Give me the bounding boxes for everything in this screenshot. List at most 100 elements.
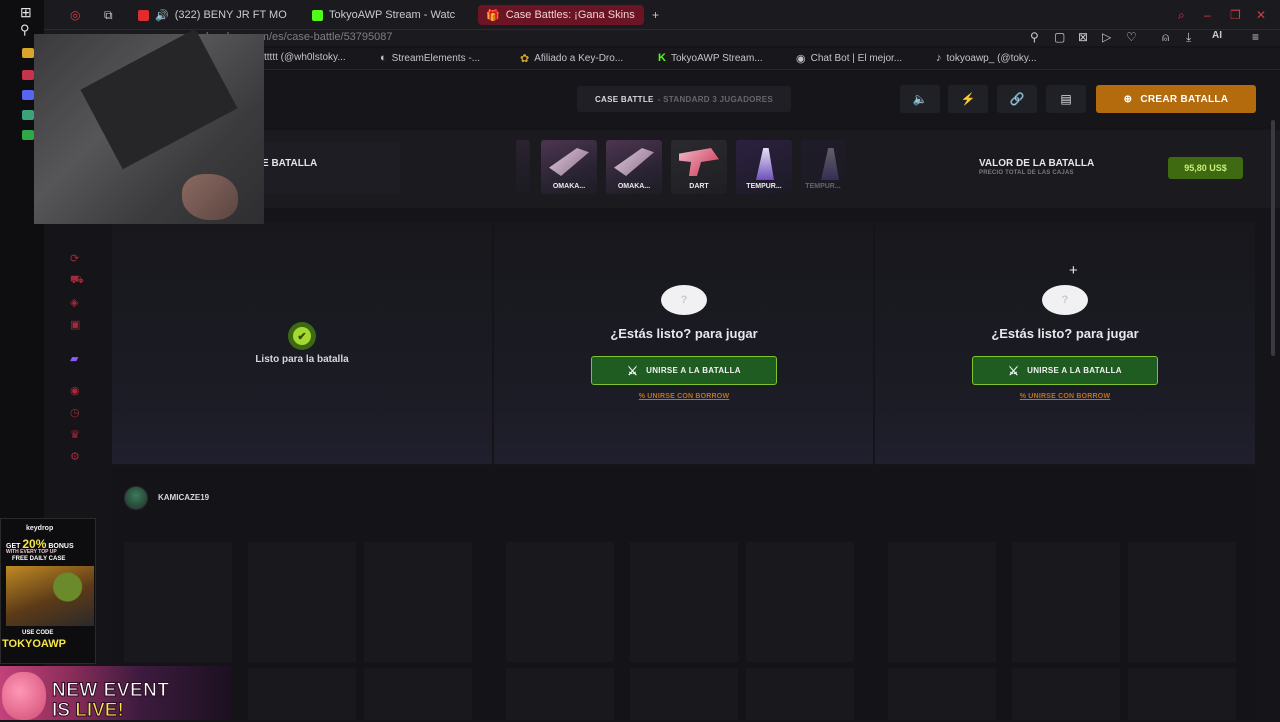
sound-button[interactable]: 🔈 <box>900 85 940 113</box>
app-icon[interactable] <box>22 130 34 140</box>
mouse-cursor-icon: + <box>1069 262 1078 279</box>
join-label: UNIRSE A LA BATALLA <box>646 366 741 375</box>
share-link-button[interactable]: 🔗 <box>997 85 1037 113</box>
case-label: TEMPUR... <box>805 183 841 190</box>
promo-use: USE CODE <box>22 630 54 636</box>
ai-button[interactable]: AI <box>1212 30 1222 41</box>
play-icon[interactable]: ◉ <box>70 384 80 397</box>
workspaces-icon[interactable]: ⧉ <box>104 8 113 23</box>
drop-slot <box>1128 542 1236 662</box>
tab-kick[interactable]: TokyoAWP Stream - Watc <box>304 5 474 25</box>
adblock-icon[interactable]: ⊠ <box>1078 30 1088 44</box>
promo-every: WITH EVERY TOP UP <box>6 549 57 555</box>
case-thumb[interactable]: DART <box>671 140 727 194</box>
join-battle-button[interactable]: ⚔ UNIRSE A LA BATALLA <box>972 356 1158 385</box>
minimize-button[interactable]: – <box>1204 8 1211 22</box>
bookmark-label: ttttt (@wh0lstoky... <box>264 52 346 63</box>
player-name[interactable]: KAMICAZE19 <box>158 493 209 502</box>
avatar[interactable] <box>124 486 148 510</box>
settings-icon[interactable]: ⚙ <box>70 450 80 463</box>
streamelements-icon: ◐ <box>380 52 387 64</box>
battle-icon[interactable]: ▣ <box>70 318 80 331</box>
case-thumb[interactable]: OMAKA... <box>606 140 662 194</box>
crossed-swords-icon: ⚔ <box>627 363 639 378</box>
ready-question: ¿Estás listo? para jugar <box>991 326 1139 341</box>
menu-icon[interactable]: ≡ <box>1252 30 1259 44</box>
event-live: LIVE! <box>75 700 125 722</box>
copy-button[interactable]: ▤ <box>1046 85 1086 113</box>
case-thumb[interactable]: TEMPUR... <box>736 140 792 194</box>
heart-icon[interactable]: ♡ <box>1126 30 1137 44</box>
mode-sub: - STANDARD 3 JUGADORES <box>657 94 774 104</box>
drop-slot <box>746 542 854 662</box>
bookmark-item[interactable]: K TokyoAWP Stream... <box>658 52 763 64</box>
tab-label: TokyoAWP Stream - Watc <box>329 9 456 21</box>
search-icon[interactable]: ⌕ <box>1178 8 1185 23</box>
question-avatar-icon: ? <box>1042 285 1088 315</box>
event-line2: IS LIVE! <box>52 700 125 722</box>
join-borrow-link[interactable]: % UNIRSE CON BORROW <box>972 393 1158 400</box>
promo-brand: keydrop <box>26 525 54 532</box>
cases-icon[interactable]: ◈ <box>70 296 78 309</box>
promo-code: TOKYOAWP <box>2 638 66 650</box>
case-thumb[interactable]: TEMPUR... <box>801 140 845 194</box>
folder-icon[interactable] <box>22 48 34 58</box>
opera-icon[interactable] <box>22 70 34 80</box>
pin-icon[interactable]: ⚲ <box>1030 30 1039 44</box>
case-thumb <box>516 140 530 194</box>
opera-menu-icon[interactable]: ◎ <box>70 8 80 22</box>
case-art <box>549 148 589 176</box>
snapshot-icon[interactable]: ▢ <box>1054 30 1065 44</box>
kick-icon: K <box>658 52 666 64</box>
lightning-icon: ⚡ <box>960 92 976 106</box>
bookmark-item[interactable]: ◐ StreamElements -... <box>380 52 480 64</box>
player-slot-2 <box>494 222 873 464</box>
tab-case-battles[interactable]: 🎁 Case Battles: ¡Gana Skins <box>478 5 644 25</box>
drop-slot <box>1012 668 1120 720</box>
tab-youtube[interactable]: 🔊 (322) BENY JR FT MO <box>130 5 298 25</box>
fast-mode-button[interactable]: ⚡ <box>948 85 988 113</box>
drop-slot <box>630 668 738 720</box>
player-icon[interactable]: ▷ <box>1102 30 1111 44</box>
cart-icon[interactable]: ⛟ <box>70 274 84 288</box>
copy-icon: ▤ <box>1060 92 1072 106</box>
download-icon[interactable]: ⤓ <box>1186 30 1191 45</box>
event-character-image <box>2 672 46 720</box>
create-battle-label: CREAR BATALLA <box>1140 93 1229 105</box>
case-art <box>756 148 774 180</box>
case-art <box>679 148 719 176</box>
join-battle-button[interactable]: ⚔ UNIRSE A LA BATALLA <box>591 356 777 385</box>
drop-slot <box>888 668 996 720</box>
new-tab-button[interactable]: + <box>652 8 659 22</box>
link-icon: 🔗 <box>1009 92 1025 106</box>
bookmark-item[interactable]: ttttt (@wh0lstoky... <box>264 52 346 63</box>
trophy-icon[interactable]: ♛ <box>70 428 80 441</box>
clock-icon[interactable]: ◷ <box>70 406 80 419</box>
case-thumb[interactable]: OMAKA... <box>541 140 597 194</box>
drop-slot <box>248 542 356 662</box>
scrollbar[interactable] <box>1271 120 1275 356</box>
app-icon[interactable] <box>22 110 34 120</box>
bookmark-label: Afiliado a Key-Dro... <box>534 53 624 64</box>
windows-start-icon[interactable]: ⊞ <box>20 4 32 21</box>
create-battle-button[interactable]: ⊕ CREAR BATALLA <box>1096 85 1256 113</box>
search-icon[interactable]: ⚲ <box>20 22 30 38</box>
drop-slot <box>888 542 996 662</box>
bookmark-item[interactable]: ✿ Afiliado a Key-Dro... <box>520 52 623 65</box>
refresh-icon[interactable]: ⟳ <box>70 252 79 265</box>
join-borrow-link[interactable]: % UNIRSE CON BORROW <box>591 393 777 400</box>
bookmark-item[interactable]: ◉ Chat Bot | El mejor... <box>796 52 902 65</box>
maximize-button[interactable]: ❐ <box>1230 8 1241 22</box>
discord-icon[interactable] <box>22 90 34 100</box>
drop-slot <box>364 542 472 662</box>
drop-slot <box>248 668 356 720</box>
keydrop-icon: ✿ <box>520 53 530 65</box>
battle-mode-pill: CASE BATTLE - STANDARD 3 JUGADORES <box>577 86 791 112</box>
case-label: TEMPUR... <box>746 183 782 190</box>
drop-slot <box>1012 542 1120 662</box>
twitch-icon[interactable]: ▰ <box>70 352 78 365</box>
bookmark-item[interactable]: ♪ tokyoawp_ (@toky... <box>936 52 1037 64</box>
account-icon[interactable]: ⍝ <box>1162 30 1169 45</box>
close-button[interactable]: ✕ <box>1256 8 1266 22</box>
case-label: OMAKA... <box>552 183 586 190</box>
